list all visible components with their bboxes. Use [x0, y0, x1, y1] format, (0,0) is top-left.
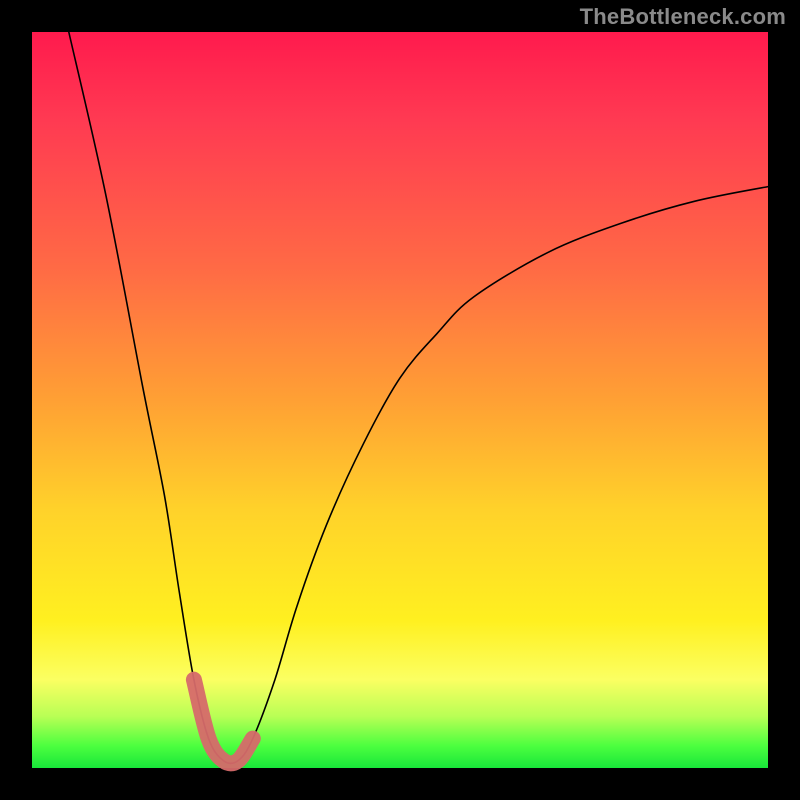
- bottleneck-curve: [69, 32, 768, 763]
- valley-highlight: [194, 680, 253, 764]
- watermark-text: TheBottleneck.com: [580, 4, 786, 30]
- curve-svg: [32, 32, 768, 768]
- plot-area: [32, 32, 768, 768]
- chart-frame: TheBottleneck.com: [0, 0, 800, 800]
